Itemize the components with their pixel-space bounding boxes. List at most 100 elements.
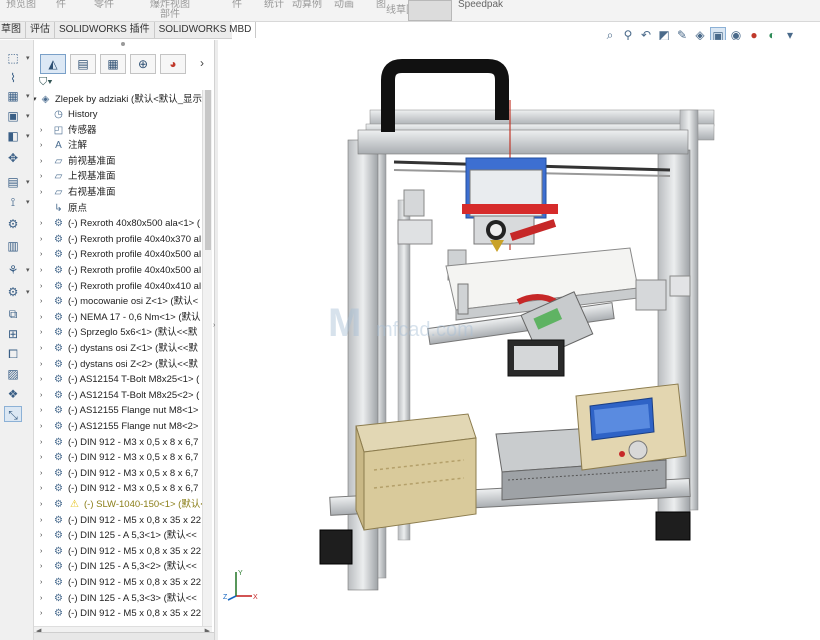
tree-item[interactable]: › ▱ 前视基准面 — [34, 154, 202, 169]
chevron-right-icon[interactable]: › — [40, 216, 48, 231]
panel-grip[interactable] — [121, 42, 125, 46]
move-icon[interactable]: ✥ — [4, 150, 22, 166]
assembly-icon[interactable]: ▦ — [4, 88, 22, 104]
tree-item[interactable]: › ⚙ (-) Rexroth profile 40x40x410 al — [34, 279, 202, 294]
tree-root[interactable]: ▾ ◈ Zlepek by adziaki (默认<默认_显示状 — [34, 92, 202, 107]
chevron-right-icon[interactable]: › — [40, 247, 48, 262]
chevron-right-icon[interactable]: › — [40, 450, 48, 465]
ribbon-item[interactable]: 部件 — [160, 10, 180, 20]
tree-item[interactable]: ◷ History — [34, 107, 202, 122]
tree-item[interactable]: › ⚙ (-) DIN 125 - A 5,3<1> (默认<< — [34, 528, 202, 543]
chevron-right-icon[interactable]: › — [40, 591, 48, 606]
chevron-right-icon[interactable]: › — [40, 481, 48, 496]
mate-icon[interactable]: ⧉ — [4, 306, 22, 322]
tree-item[interactable]: › ⚙ (-) DIN 912 - M3 x 0,5 x 8 x 6,7 — [34, 435, 202, 450]
chevron-right-icon[interactable]: › — [200, 56, 204, 70]
bom-icon[interactable]: ▥ — [4, 238, 22, 254]
tree-item[interactable]: › ⚙ (-) AS12154 T-Bolt M8x25<2> ( — [34, 388, 202, 403]
chevron-right-icon[interactable]: › — [40, 544, 48, 559]
tree-item[interactable]: › ⚙ (-) AS12155 Flange nut M8<2> — [34, 419, 202, 434]
tree-item[interactable]: › ⚙ (-) Rexroth profile 40x40x500 al — [34, 247, 202, 262]
tab-evaluate[interactable]: 评估 — [26, 22, 55, 38]
copy-icon[interactable]: ⧠ — [4, 346, 22, 362]
printer-3d-model[interactable]: M mfcad.com — [218, 40, 820, 640]
tree-item[interactable]: › ⚙ (-) AS12154 T-Bolt M8x25<1> ( — [34, 372, 202, 387]
speedpak-button[interactable]: Speedpak — [458, 0, 503, 10]
chevron-right-icon[interactable]: › — [40, 528, 48, 543]
reference-icon[interactable]: ⟟ — [4, 194, 22, 210]
tree-item[interactable]: › ⚙ (-) DIN 912 - M5 x 0,8 x 35 x 22 — [34, 606, 202, 621]
cut-icon[interactable]: ▤ — [4, 174, 22, 190]
display-manager-tab[interactable]: ◕ — [160, 54, 186, 74]
dimxpert-tab[interactable]: ⊕ — [130, 54, 156, 74]
ribbon-item[interactable]: 件 — [232, 0, 242, 10]
sketch-icon[interactable]: ⚙ — [4, 284, 22, 300]
tree-item[interactable]: › ⚙ (-) DIN 912 - M3 x 0,5 x 8 x 6,7 — [34, 450, 202, 465]
feature-tree-tab[interactable]: ◭ — [40, 54, 66, 74]
chevron-right-icon[interactable]: › — [40, 513, 48, 528]
display-icon[interactable]: ◧ — [4, 128, 22, 144]
chevron-right-icon[interactable]: › — [40, 185, 48, 200]
ribbon-selected-button[interactable] — [408, 0, 452, 21]
tree-item[interactable]: › ⚙ (-) Rexroth 40x80x500 ala<1> ( — [34, 216, 202, 231]
ribbon-item[interactable]: 预览图 — [6, 0, 36, 10]
tree-item[interactable]: › ⚙ (-) DIN 125 - A 5,3<3> (默认<< — [34, 591, 202, 606]
tree-item[interactable]: › ⚙ (-) dystans osi Z<1> (默认<<默 — [34, 341, 202, 356]
tab-solidworks-mbd[interactable]: SOLIDWORKS MBD — [155, 22, 257, 38]
tree-item[interactable]: › ⚙ (-) Rexroth profile 40x40x500 al — [34, 263, 202, 278]
tree-item[interactable]: › ▱ 右视基准面 — [34, 185, 202, 200]
tree-item[interactable]: › ⚙ (-) AS12155 Flange nut M8<1> — [34, 403, 202, 418]
tree-item[interactable]: › ⚙ (-) mocowanie osi Z<1> (默认< — [34, 294, 202, 309]
tree-item[interactable]: › ⚙ (-) DIN 912 - M5 x 0,8 x 35 x 22 — [34, 575, 202, 590]
chevron-right-icon[interactable]: › — [40, 169, 48, 184]
vertical-scrollbar[interactable] — [202, 90, 212, 628]
chevron-right-icon[interactable]: › — [40, 435, 48, 450]
chevron-right-icon[interactable]: › — [40, 341, 48, 356]
chevron-right-icon[interactable]: › — [40, 575, 48, 590]
chevron-right-icon[interactable]: › — [40, 263, 48, 278]
ribbon-item[interactable]: 动画 — [334, 0, 354, 10]
chevron-right-icon[interactable]: › — [40, 559, 48, 574]
configuration-tab[interactable]: ▦ — [100, 54, 126, 74]
motion-icon[interactable]: ⤡ — [4, 406, 22, 422]
tree-item[interactable]: › ⚙ (-) NEMA 17 - 0,6 Nm<1> (默认 — [34, 310, 202, 325]
chevron-right-icon[interactable]: › — [40, 138, 48, 153]
tab-solidworks-addins[interactable]: SOLIDWORKS 插件 — [55, 22, 155, 38]
ribbon-item[interactable]: 零件 — [94, 0, 114, 10]
chevron-right-icon[interactable]: › — [40, 403, 48, 418]
scrollbar-thumb[interactable] — [205, 90, 211, 250]
tab-sketch[interactable]: 草图 — [0, 22, 26, 38]
chevron-right-icon[interactable]: › — [40, 372, 48, 387]
bottom-tabs[interactable] — [34, 632, 214, 640]
chevron-right-icon[interactable]: › — [40, 123, 48, 138]
component-icon[interactable]: ▣ — [4, 108, 22, 124]
instant3d-icon[interactable]: ▨ — [4, 366, 22, 382]
filter-icon[interactable]: ⛉▾ — [39, 76, 53, 89]
chevron-right-icon[interactable]: › — [40, 294, 48, 309]
pattern-icon[interactable]: ⊞ — [4, 326, 22, 342]
chevron-right-icon[interactable]: › — [40, 497, 48, 512]
tree-item[interactable]: ↳ 原点 — [34, 201, 202, 216]
tree-item[interactable]: › ▱ 上视基准面 — [34, 169, 202, 184]
property-manager-tab[interactable]: ▤ — [70, 54, 96, 74]
chevron-right-icon[interactable]: › — [40, 606, 48, 621]
chevron-right-icon[interactable]: › — [40, 325, 48, 340]
ribbon-item[interactable]: 统计 — [264, 0, 284, 10]
explode-icon[interactable]: ⚘ — [4, 262, 22, 278]
tree-item[interactable]: › ⚙ (-) Sprzeglo 5x6<1> (默认<<默 — [34, 325, 202, 340]
ribbon-item[interactable]: 件 — [56, 0, 66, 10]
chevron-right-icon[interactable]: › — [40, 154, 48, 169]
tree-item[interactable]: › ◰ 传感器 — [34, 123, 202, 138]
appearance-icon[interactable]: ❖ — [4, 386, 22, 402]
tree-item[interactable]: › ⚙ (-) DIN 125 - A 5,3<2> (默认<< — [34, 559, 202, 574]
tree-item[interactable]: › ⚙ (-) DIN 912 - M5 x 0,8 x 35 x 22 — [34, 513, 202, 528]
chevron-right-icon[interactable]: › — [40, 279, 48, 294]
tree-item[interactable]: › ⚙ (-) dystans osi Z<2> (默认<<默 — [34, 357, 202, 372]
chevron-right-icon[interactable]: › — [40, 466, 48, 481]
ribbon-item[interactable]: 动算例 — [292, 0, 322, 10]
chevron-right-icon[interactable]: › — [40, 388, 48, 403]
chevron-right-icon[interactable]: › — [40, 310, 48, 325]
tree-item[interactable]: › A 注解 — [34, 138, 202, 153]
chevron-right-icon[interactable]: › — [40, 419, 48, 434]
chevron-right-icon[interactable]: › — [40, 232, 48, 247]
